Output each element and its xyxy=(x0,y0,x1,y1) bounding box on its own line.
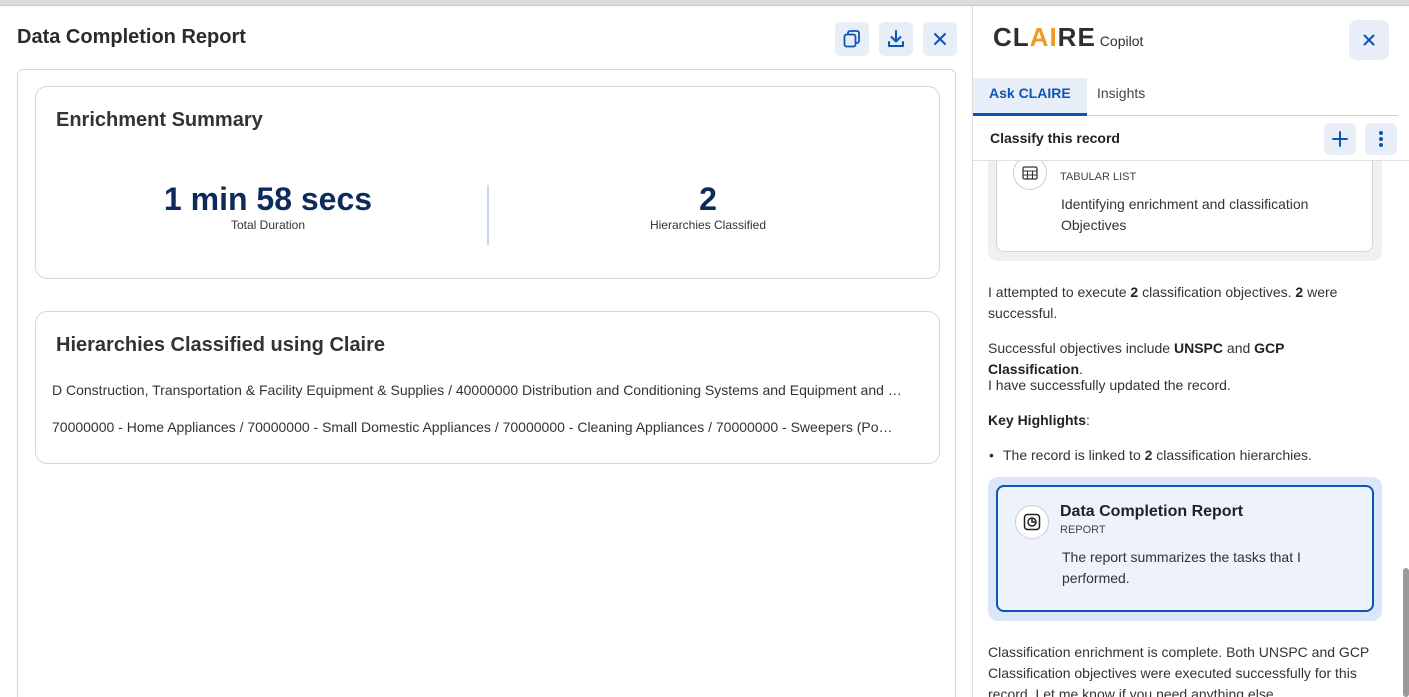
chat-message: I have successfully updated the record. xyxy=(988,377,1231,393)
total-duration-stat: 1 min 58 secs Total Duration xyxy=(128,182,408,232)
msg-text: classification hierarchies. xyxy=(1152,447,1312,463)
chat-message: Classification enrichment is complete. B… xyxy=(988,644,1370,697)
download-button[interactable] xyxy=(879,22,913,56)
msg-text: classification objectives. xyxy=(1138,284,1296,300)
enrichment-summary-card: Enrichment Summary 1 min 58 secs Total D… xyxy=(35,86,940,279)
hierarchies-card: Hierarchies Classified using Claire D Co… xyxy=(35,311,940,464)
copy-icon xyxy=(843,30,860,48)
msg-bold: Key Highlights xyxy=(988,412,1087,428)
task-card-wrapper: TABULAR LIST Identifying enrichment and … xyxy=(988,161,1382,261)
hierarchies-title: Hierarchies Classified using Claire xyxy=(56,334,386,356)
chat-thread: TABULAR LIST Identifying enrichment and … xyxy=(973,161,1393,697)
report-body: Enrichment Summary 1 min 58 secs Total D… xyxy=(17,69,956,697)
report-card-description: The report summarizes the tasks that I p… xyxy=(1062,549,1301,586)
hierarchy-item: D Construction, Transportation & Facilit… xyxy=(52,382,902,398)
task-type: TABULAR LIST xyxy=(1060,171,1137,183)
hierarchies-label: Hierarchies Classified xyxy=(649,218,767,232)
report-card-title: Data Completion Report xyxy=(1060,503,1244,520)
report-card-type: REPORT xyxy=(1060,524,1106,536)
chat-message: Successful objectives include UNSPC and … xyxy=(988,338,1378,380)
chat-message: I attempted to execute 2 classification … xyxy=(988,282,1378,324)
hierarchy-item: 70000000 - Home Appliances / 70000000 - … xyxy=(52,419,902,435)
copilot-tabs: Ask CLAIRE Insights xyxy=(973,78,1398,116)
hierarchies-stat: 2 Hierarchies Classified xyxy=(608,182,808,232)
tab-insights[interactable]: Insights xyxy=(1081,78,1161,116)
more-vertical-icon xyxy=(1379,131,1383,147)
msg-text: : xyxy=(1086,412,1090,428)
stat-divider xyxy=(487,185,489,245)
close-copilot-button[interactable] xyxy=(1349,20,1389,60)
task-card[interactable]: TABULAR LIST Identifying enrichment and … xyxy=(996,161,1373,252)
report-icon xyxy=(1015,505,1049,539)
copy-button[interactable] xyxy=(835,22,869,56)
logo-copilot: Copilot xyxy=(1099,33,1144,49)
enrichment-summary-title: Enrichment Summary xyxy=(56,109,263,131)
close-icon xyxy=(934,33,946,45)
msg-text: and xyxy=(1223,340,1255,356)
msg-text: I attempted to execute xyxy=(988,284,1131,300)
chat-message: Key Highlights: xyxy=(988,410,1378,431)
more-options-button[interactable] xyxy=(1365,123,1397,155)
msg-text: Successful objectives include xyxy=(988,340,1174,356)
total-duration-label: Total Duration xyxy=(230,218,306,232)
report-card-wrapper: Data Completion Report REPORT The report… xyxy=(988,477,1382,621)
report-title: Data Completion Report xyxy=(17,26,246,48)
download-icon xyxy=(888,30,904,47)
tab-ask-claire[interactable]: Ask CLAIRE xyxy=(973,78,1087,116)
close-report-button[interactable] xyxy=(923,22,957,56)
conversation-header: Classify this record xyxy=(973,117,1409,161)
close-icon xyxy=(1363,34,1375,46)
plus-icon xyxy=(1332,131,1348,147)
hierarchies-value: 2 xyxy=(699,181,717,217)
copilot-panel: CLAIRE Copilot Ask CLAIRE Insights Class… xyxy=(972,6,1409,697)
chat-scrollbar[interactable] xyxy=(1403,568,1409,697)
bullet-item: The record is linked to 2 classification… xyxy=(989,445,1312,466)
claire-copilot-logo: CLAIRE Copilot xyxy=(993,22,1143,53)
logo-claire: CLAIRE xyxy=(993,22,1096,52)
report-card[interactable]: Data Completion Report REPORT The report… xyxy=(996,485,1374,612)
task-description: Identifying enrichment and classificatio… xyxy=(1061,196,1309,233)
conversation-title: Classify this record xyxy=(990,130,1120,146)
report-panel: Data Completion Report Enrichment Summar… xyxy=(0,6,972,697)
new-chat-button[interactable] xyxy=(1324,123,1356,155)
total-duration-value: 1 min 58 secs xyxy=(163,181,373,217)
msg-bold: UNSPC xyxy=(1174,340,1224,356)
msg-text: The record is linked to xyxy=(1003,447,1145,463)
table-icon xyxy=(1013,161,1047,190)
